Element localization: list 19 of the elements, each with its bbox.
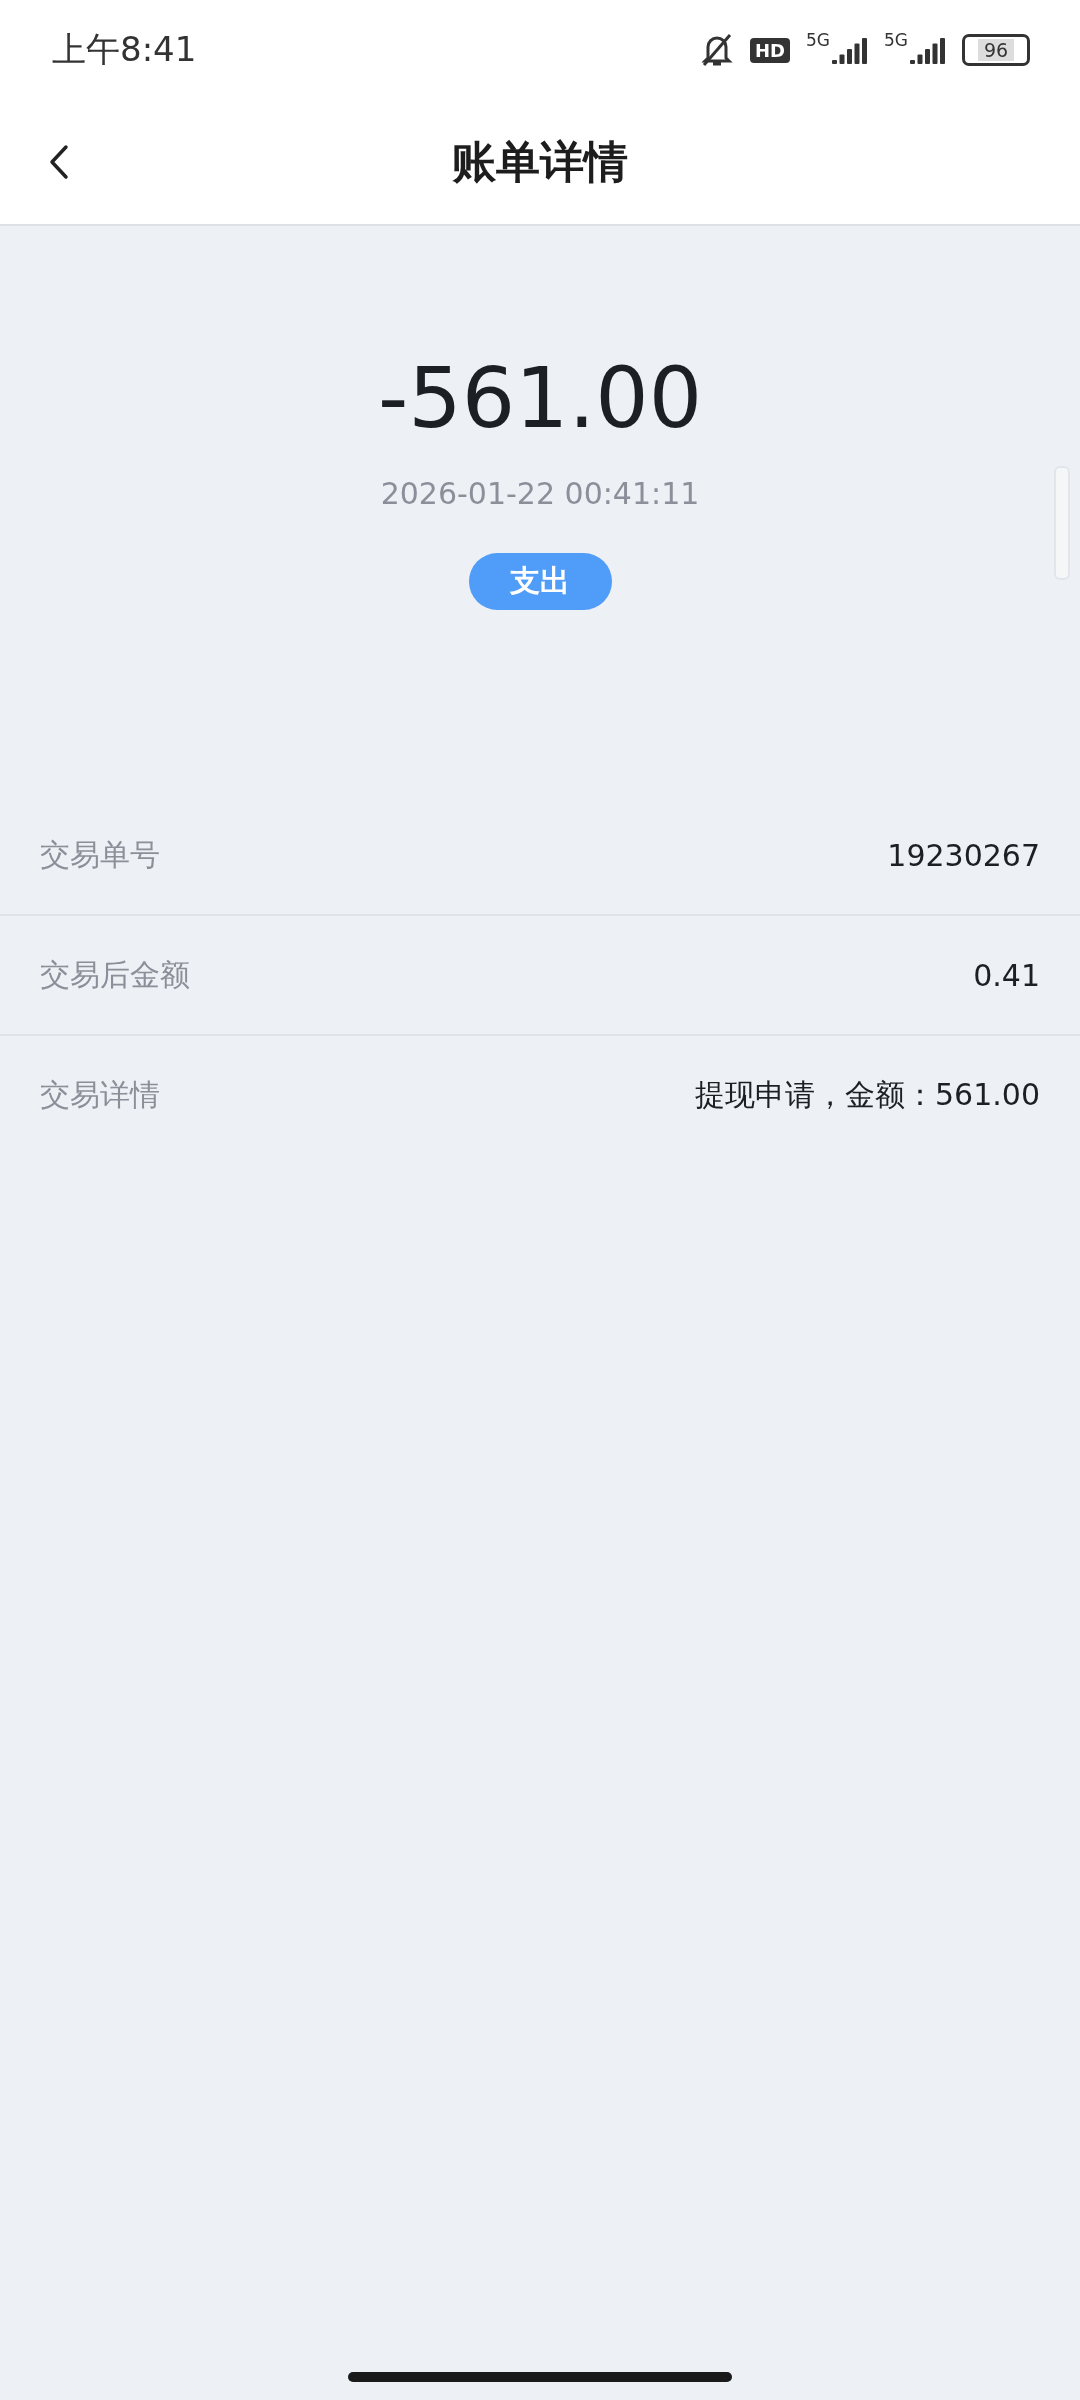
detail-label: 交易详情: [40, 1075, 160, 1114]
amount: -561.00: [377, 356, 703, 440]
status-time: 上午8:41: [52, 28, 197, 71]
type-badge: 支出: [468, 553, 612, 610]
detail-label: 交易单号: [40, 835, 160, 874]
signal-icon: [832, 36, 868, 64]
signal-icon: [910, 36, 946, 64]
detail-value: 0.41: [973, 957, 1040, 993]
detail-value: 19230267: [887, 837, 1040, 873]
bell-muted-icon: [700, 32, 734, 68]
hd-badge: HD: [750, 37, 790, 63]
detail-label: 交易后金额: [40, 955, 190, 994]
network-label: 5G: [884, 30, 908, 50]
detail-value: 提现申请，金额：561.00: [695, 1075, 1040, 1114]
network-label: 5G: [806, 30, 830, 50]
transaction-time: 2026-01-22 00:41:11: [380, 476, 700, 511]
page-title: 账单详情: [452, 134, 628, 189]
battery-level: 96: [977, 39, 1015, 61]
back-icon[interactable]: [48, 144, 70, 180]
